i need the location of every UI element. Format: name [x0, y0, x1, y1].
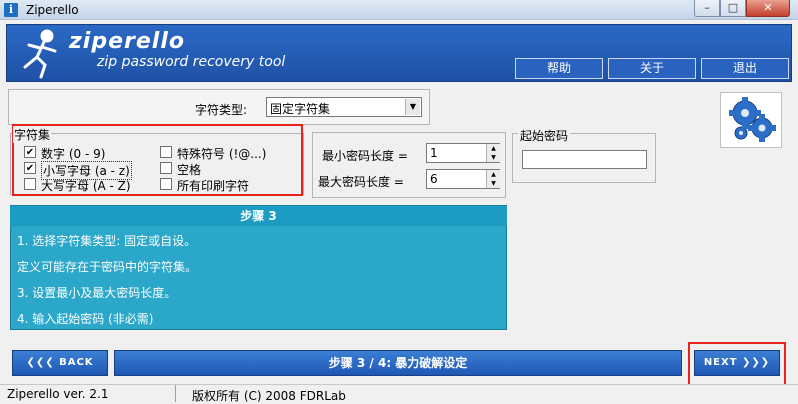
start-password-input[interactable] [522, 150, 647, 169]
space-label[interactable]: 空格 [177, 161, 201, 178]
exit-button[interactable]: 退出 [701, 58, 789, 79]
special-chars-checkbox[interactable] [160, 146, 172, 158]
digits-label[interactable]: 数字 (0 - 9) [41, 145, 105, 162]
about-button[interactable]: 关于 [608, 58, 696, 79]
start-password-label: 起始密码 [518, 127, 571, 144]
next-button[interactable]: NEXT ❯❯❯ [694, 350, 780, 376]
chevron-down-icon[interactable]: ▼ [405, 99, 420, 115]
back-button[interactable]: ❮❮❮ BACK [12, 350, 108, 376]
step-instruction-3: 3. 设置最小及最大密码长度。 [17, 286, 177, 300]
minimize-button[interactable]: – [694, 0, 720, 17]
step-instruction-2: 定义可能存在于密码中的字符集。 [17, 260, 198, 274]
app-icon: i [4, 3, 18, 17]
special-chars-label[interactable]: 特殊符号 (!@...) [177, 145, 266, 162]
space-checkbox[interactable] [160, 162, 172, 174]
max-length-stepper-arrows-icon[interactable]: ▲ ▼ [486, 170, 500, 188]
step-banner: 步骤 3 / 4: 暴力破解设定 [114, 350, 682, 376]
status-separator [175, 385, 176, 402]
gears-icon [720, 92, 782, 148]
step-title: 步骤 3 [10, 206, 507, 226]
min-length-label: 最小密码长度 = [322, 149, 408, 163]
step-instruction-4: 4. 输入起始密码 (非必需) [17, 312, 154, 326]
next-label: NEXT [703, 357, 738, 368]
back-chevrons-icon: ❮❮❮ [26, 357, 55, 368]
next-chevrons-icon: ❯❯❯ [742, 357, 771, 368]
lowercase-checkbox[interactable]: ✔ [24, 162, 36, 174]
max-length-label: 最大密码长度 = [318, 175, 404, 189]
charset-group-label: 字符集 [13, 126, 52, 143]
back-label: BACK [59, 357, 94, 368]
maximize-button[interactable]: □ [720, 0, 746, 17]
step-instruction-1: 1. 选择字符集类型: 固定或自设。 [17, 234, 197, 248]
uppercase-label[interactable]: 大写字母 (A - Z) [41, 177, 131, 194]
status-version: Ziperello ver. 2.1 [7, 387, 109, 401]
brand-tagline: zip password recovery tool [97, 54, 286, 70]
window-title: Ziperello [26, 3, 79, 17]
printable-chars-label[interactable]: 所有印刷字符 [177, 177, 249, 194]
uppercase-checkbox[interactable] [24, 178, 36, 190]
charset-type-value: 固定字符集 [270, 102, 331, 116]
printable-chars-checkbox[interactable] [160, 178, 172, 190]
status-bar [0, 384, 798, 404]
help-button[interactable]: 帮助 [515, 58, 603, 79]
min-length-stepper-arrows-icon[interactable]: ▲ ▼ [486, 144, 500, 162]
status-copyright: 版权所有 (C) 2008 FDRLab [192, 389, 346, 403]
digits-checkbox[interactable]: ✔ [24, 146, 36, 158]
charset-type-label: 字符类型: [195, 103, 248, 117]
max-length-value: 6 [430, 172, 438, 186]
brand-name: ziperello [69, 29, 185, 54]
title-bar[interactable] [0, 0, 798, 20]
min-length-value: 1 [430, 146, 438, 160]
close-button[interactable]: ✕ [746, 0, 790, 17]
running-man-logo-icon [23, 29, 57, 79]
